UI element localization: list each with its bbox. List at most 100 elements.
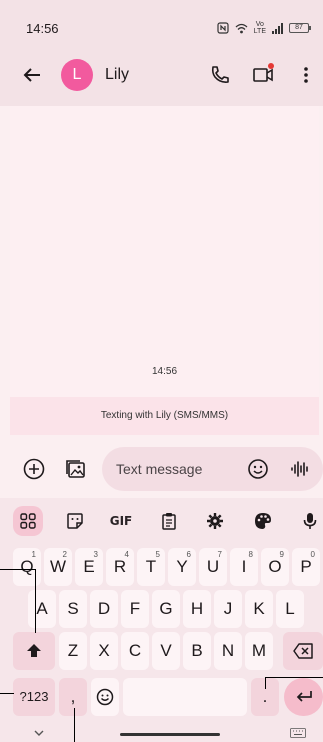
microphone-icon	[303, 513, 317, 529]
texting-with-banner: Texting with Lily (SMS/MMS)	[10, 397, 319, 435]
key-h[interactable]: H	[183, 590, 211, 628]
key-y[interactable]: Y6	[168, 548, 196, 586]
key-k[interactable]: K	[245, 590, 273, 628]
key-b[interactable]: B	[183, 632, 211, 670]
key-o[interactable]: O9	[261, 548, 289, 586]
contact-name[interactable]: Lily	[105, 66, 129, 84]
gallery-icon[interactable]	[64, 457, 88, 481]
conversation-area: 14:56	[10, 106, 319, 397]
key-g[interactable]: G	[152, 590, 180, 628]
key-label: Q	[20, 557, 34, 576]
nfc-icon	[217, 22, 229, 34]
callout-line	[265, 677, 266, 689]
callout-line	[0, 693, 14, 694]
key-t[interactable]: T5	[137, 548, 165, 586]
emoji-icon	[96, 688, 114, 706]
emoji-icon[interactable]	[246, 457, 270, 481]
notification-dot	[268, 63, 274, 69]
key-hint: 4	[124, 550, 129, 559]
key-hint: 0	[310, 550, 315, 559]
backspace-key[interactable]	[283, 632, 323, 670]
comma-key[interactable]: ,	[59, 678, 87, 716]
symbols-key[interactable]: ?123	[13, 678, 55, 716]
key-x[interactable]: X	[90, 632, 118, 670]
key-label: E	[83, 557, 95, 576]
key-hint: 6	[186, 550, 191, 559]
volte-indicator: Vo LTE	[254, 21, 266, 35]
key-p[interactable]: P0	[292, 548, 320, 586]
wifi-icon	[235, 23, 248, 33]
clipboard-button[interactable]	[154, 506, 184, 536]
contact-avatar[interactable]: L	[61, 59, 93, 91]
gif-button[interactable]: GIF	[106, 506, 136, 536]
back-arrow-icon[interactable]	[20, 63, 44, 87]
key-v[interactable]: V	[152, 632, 180, 670]
key-label: U	[206, 557, 220, 576]
key-n[interactable]: N	[214, 632, 242, 670]
key-label: T	[145, 557, 157, 576]
more-options-icon[interactable]	[294, 63, 318, 87]
key-c[interactable]: C	[121, 632, 149, 670]
grid-icon	[20, 513, 36, 529]
soft-keyboard: G I F Q 1 W 2 E 3 R 4 T 5 Y 6 U 7 I 8 O 9 …	[0, 498, 323, 742]
top-app-bar: L Lily	[0, 44, 323, 106]
hide-keyboard-icon[interactable]	[32, 726, 46, 740]
key-label: W	[49, 557, 67, 576]
key-f[interactable]: F	[121, 590, 149, 628]
key-a[interactable]: A	[28, 590, 56, 628]
key-j[interactable]: J	[214, 590, 242, 628]
compose-bar: Text message	[0, 440, 323, 498]
key-label: I	[241, 557, 247, 576]
key-hint: 9	[279, 550, 284, 559]
key-hint: 5	[155, 550, 160, 559]
sticker-button[interactable]	[60, 506, 90, 536]
key-e[interactable]: E3	[75, 548, 103, 586]
key-m[interactable]: M	[245, 632, 273, 670]
key-label: Y	[176, 557, 188, 576]
key-hint: 3	[93, 550, 98, 559]
volte-top-label: Vo	[255, 21, 264, 28]
settings-button[interactable]	[200, 506, 230, 536]
keyboard-switch-icon[interactable]	[290, 728, 306, 738]
key-s[interactable]: S	[59, 590, 87, 628]
key-label: R	[113, 557, 127, 576]
enter-key[interactable]	[284, 678, 323, 716]
signal-icon	[272, 22, 283, 34]
key-hint: 1	[31, 550, 36, 559]
add-attachment-icon[interactable]	[22, 457, 46, 481]
key-z[interactable]: Z	[59, 632, 87, 670]
messaging-screen: 14:56 Vo LTE 87 L Lily 14:56 Texting wit…	[0, 0, 323, 742]
key-hint: 2	[62, 550, 67, 559]
battery-icon: 87	[289, 23, 311, 33]
callout-line	[35, 569, 36, 633]
key-label: P	[300, 557, 312, 576]
phone-call-icon[interactable]	[208, 63, 232, 87]
voice-input-button[interactable]	[295, 506, 323, 536]
keyboard-apps-button[interactable]	[13, 506, 43, 536]
palette-icon	[255, 513, 271, 529]
key-l[interactable]: L	[276, 590, 304, 628]
key-u[interactable]: U7	[199, 548, 227, 586]
key-d[interactable]: D	[90, 590, 118, 628]
backspace-icon	[293, 643, 313, 659]
enter-arrow-icon	[296, 691, 312, 702]
key-w[interactable]: W2	[44, 548, 72, 586]
status-icons: Vo LTE 87	[217, 21, 311, 35]
key-q[interactable]: Q1	[13, 548, 41, 586]
emoji-key[interactable]	[91, 678, 119, 716]
status-time: 14:56	[26, 21, 59, 36]
key-hint: 7	[217, 550, 222, 559]
callout-line	[265, 677, 323, 678]
voice-message-icon[interactable]	[288, 457, 312, 481]
gesture-handle[interactable]	[120, 733, 220, 736]
shift-key[interactable]	[13, 632, 55, 670]
theme-button[interactable]	[248, 506, 278, 536]
key-r[interactable]: R4	[106, 548, 134, 586]
callout-line	[0, 569, 36, 570]
message-input[interactable]: Text message	[102, 447, 323, 491]
volte-bottom-label: LTE	[253, 28, 266, 35]
key-i[interactable]: I8	[230, 548, 258, 586]
message-timestamp: 14:56	[151, 366, 178, 377]
space-key[interactable]	[123, 678, 247, 716]
shift-arrow-icon	[27, 644, 41, 657]
